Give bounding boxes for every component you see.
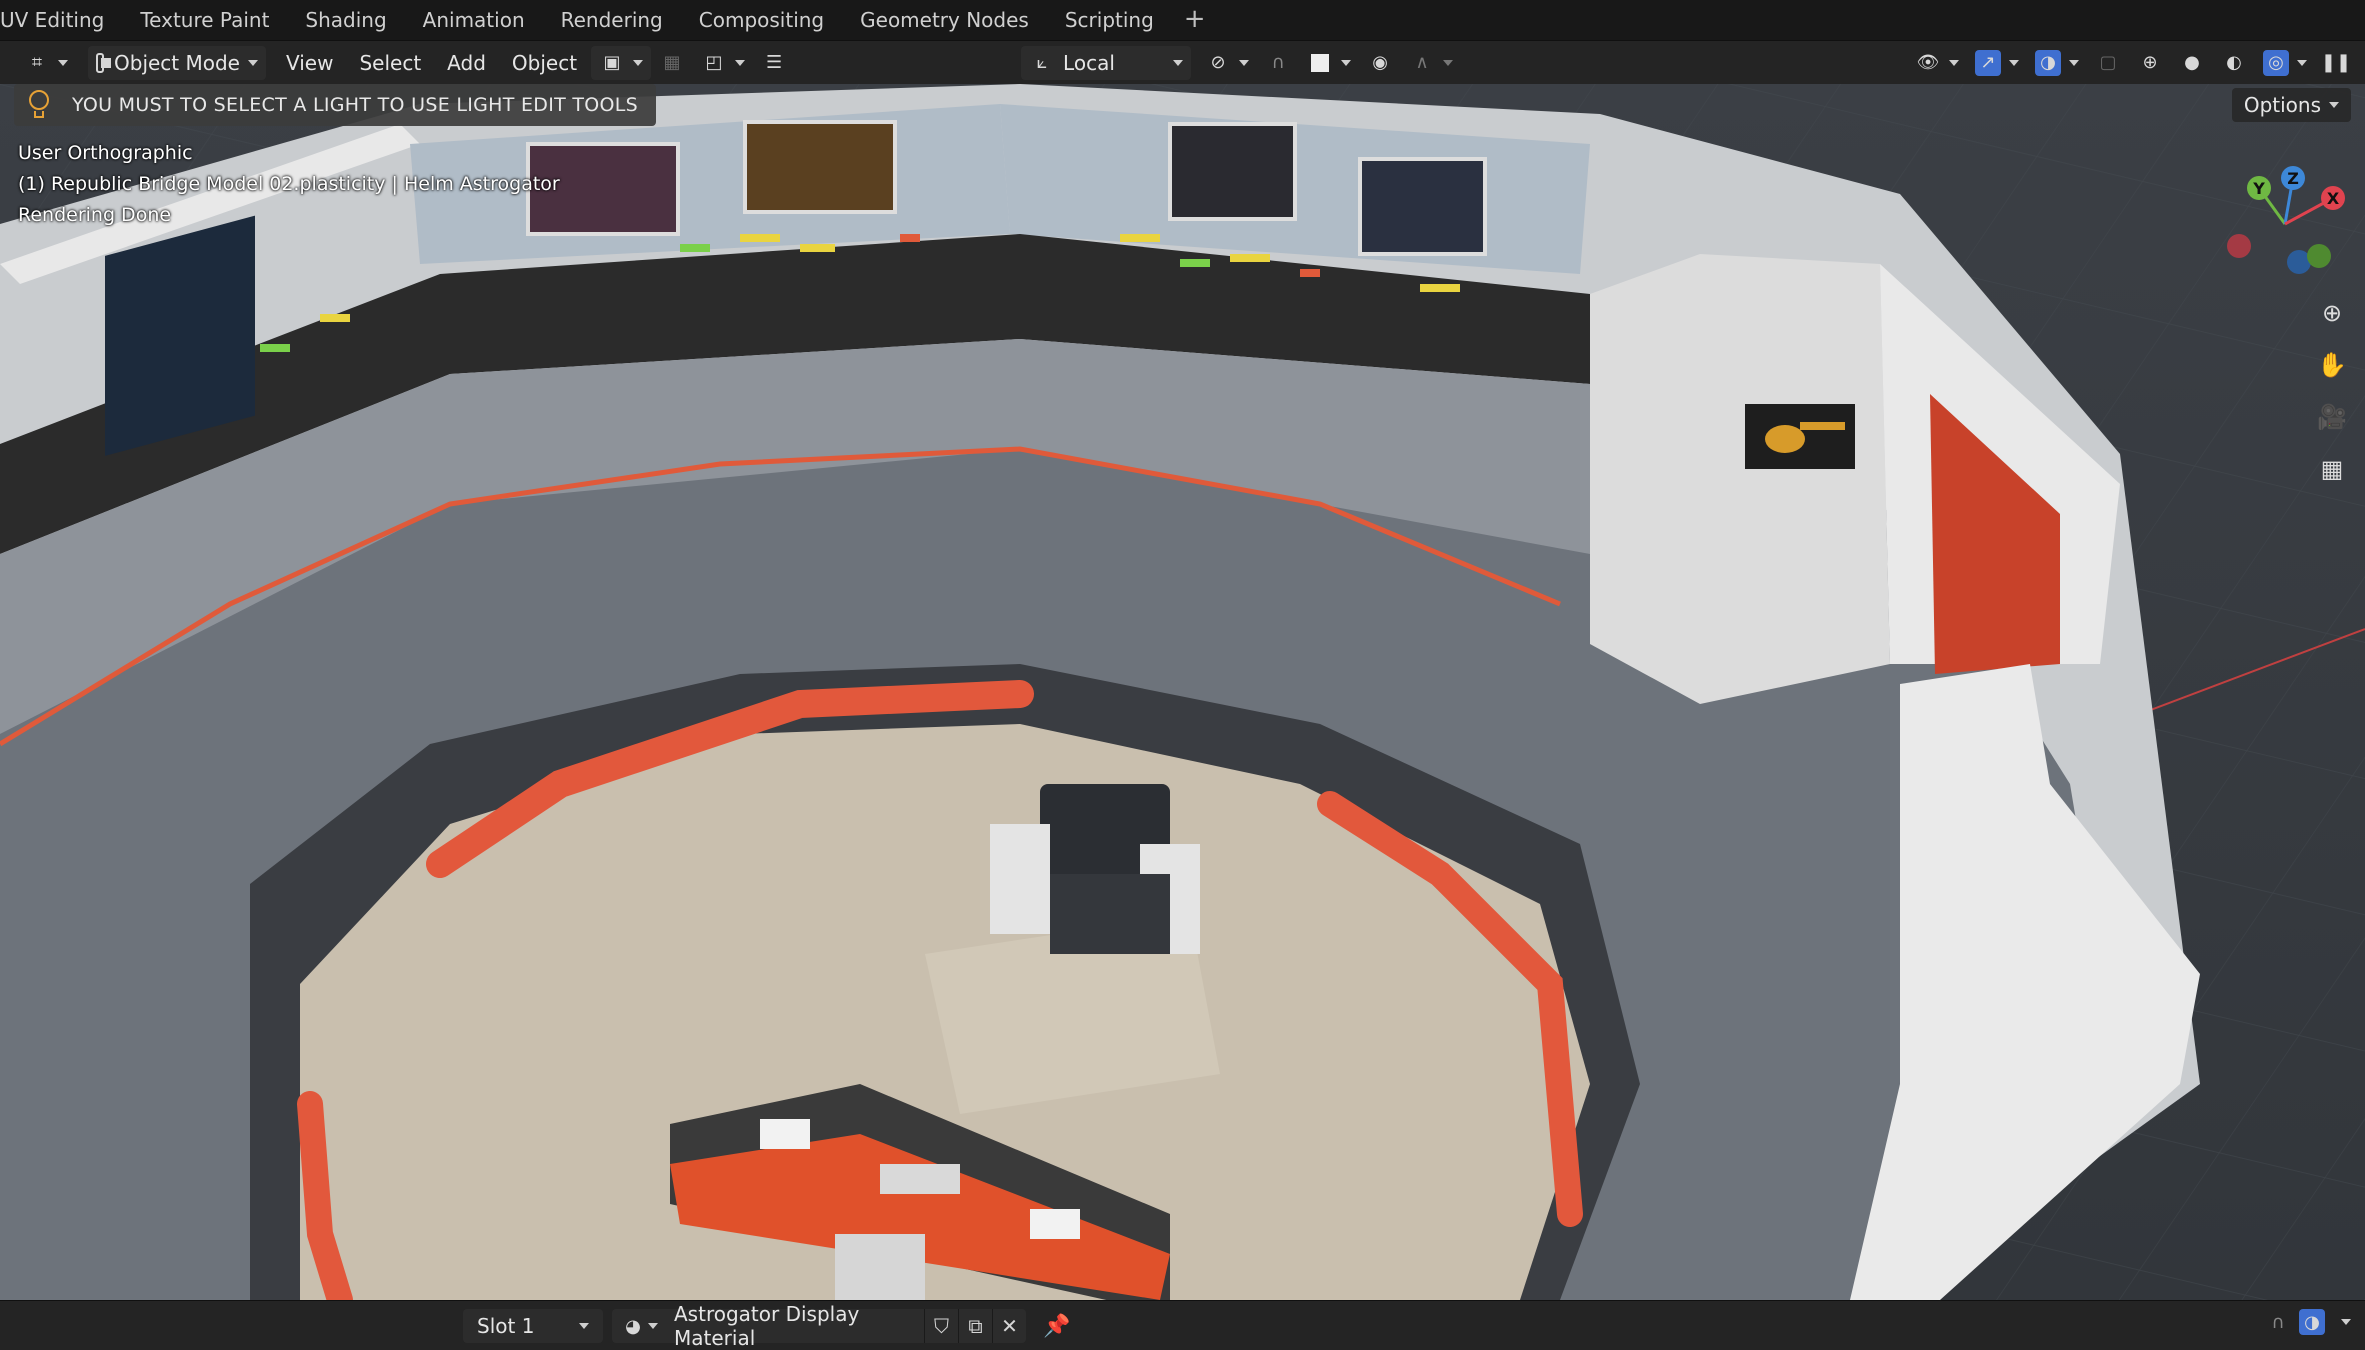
gpencil-icon: ▣	[603, 52, 621, 73]
rendered-shading[interactable]: ◎	[2255, 46, 2315, 80]
bottom-right-tools: ∩ ◑	[2265, 1309, 2351, 1335]
material-bar: Slot 1 ◕ Astrogator Display Material ⛉ ⧉…	[0, 1300, 2365, 1350]
falloff-button[interactable]: ∧	[1401, 46, 1461, 80]
ortho-toggle-button[interactable]: ▦	[2311, 448, 2353, 490]
options-label: Options	[2243, 93, 2321, 117]
wireframe-icon: ⊕	[2142, 52, 2158, 73]
neg-x-axis-handle[interactable]	[2227, 234, 2251, 258]
options-dropdown[interactable]: Options	[2231, 88, 2351, 122]
overlay-icon: ◑	[2035, 49, 2061, 76]
xray-icon: ▢	[2099, 52, 2117, 73]
snap-icon-button[interactable]: ▦	[651, 46, 693, 80]
pan-button[interactable]: ✋	[2311, 344, 2353, 386]
z-axis-label: Z	[2287, 169, 2299, 188]
3d-viewport[interactable]: YOU MUST TO SELECT A LIGHT TO USE LIGHT …	[0, 84, 2365, 1300]
material-preview-icon: ◐	[2226, 52, 2242, 73]
material-slot-select[interactable]: Slot 1	[463, 1309, 603, 1343]
menu-icon: ☰	[765, 52, 783, 73]
duplicate-material-button[interactable]: ⧉	[958, 1309, 992, 1343]
wireframe-shading[interactable]: ⊕	[2129, 46, 2171, 80]
orientation-label: Local	[1063, 50, 1115, 75]
zoom-button[interactable]: ⊕	[2311, 292, 2353, 334]
menu-select[interactable]: Select	[351, 46, 429, 80]
fake-user-button[interactable]: ⛉	[924, 1309, 958, 1343]
x-axis-label: X	[2327, 189, 2340, 208]
tab-compositing[interactable]: Compositing	[681, 0, 842, 40]
slot-label: Slot 1	[477, 1314, 535, 1338]
menu-add[interactable]: Add	[439, 46, 494, 80]
active-object-info: (1) Republic Bridge Model 02.plasticity …	[18, 173, 560, 195]
add-workspace-button[interactable]: +	[1172, 0, 1218, 40]
navigation-gizmo[interactable]: Y Z X	[2215, 154, 2355, 294]
y-axis-label: Y	[2252, 179, 2265, 198]
proportional-edit-toggle[interactable]: ◉	[1359, 46, 1401, 80]
curve-icon: ◰	[705, 52, 723, 73]
snap-magnet-icon[interactable]: ∩	[2265, 1309, 2291, 1335]
zoom-icon: ⊕	[2321, 299, 2343, 327]
tab-scripting[interactable]: Scripting	[1047, 0, 1172, 40]
rendered-icon: ◎	[2263, 49, 2289, 76]
hand-icon: ✋	[2317, 351, 2347, 379]
neg-y-axis-handle[interactable]	[2307, 244, 2331, 268]
menu-view[interactable]: View	[278, 46, 341, 80]
mode-select[interactable]: Object Mode	[88, 45, 266, 80]
material-browse-button[interactable]: ◕	[612, 1309, 666, 1343]
tab-geometry-nodes[interactable]: Geometry Nodes	[842, 0, 1047, 40]
pin-icon: 📌	[1043, 1313, 1071, 1339]
overlay-bottom-icon[interactable]: ◑	[2299, 1309, 2325, 1335]
notice-text: YOU MUST TO SELECT A LIGHT TO USE LIGHT …	[72, 94, 639, 116]
editor-type-button[interactable]: ⌗	[16, 46, 76, 80]
tab-uv-editing[interactable]: UV Editing	[0, 0, 122, 40]
falloff-icon: ∧	[1415, 52, 1429, 73]
material-shading[interactable]: ◐	[2213, 46, 2255, 80]
bridge-render	[0, 84, 2365, 1300]
viewport-navigation: ⊕ ✋ 🎥 ▦	[2311, 292, 2353, 490]
mesh-icon: ▦	[663, 52, 681, 73]
render-status: Rendering Done	[18, 204, 172, 226]
xray-toggle[interactable]: ▢	[2087, 46, 2129, 80]
viewport-header: ⌗ Object Mode View Select Add Object ▣ ▦…	[0, 40, 2365, 84]
material-name-field[interactable]: Astrogator Display Material	[660, 1302, 924, 1350]
snap-target-button[interactable]	[1299, 46, 1359, 80]
gizmo-toggle[interactable]: ↗	[1967, 46, 2027, 80]
tab-rendering[interactable]: Rendering	[543, 0, 681, 40]
pause-icon: ❚❚	[2320, 52, 2352, 73]
view-name: User Orthographic	[18, 142, 193, 164]
curve-tool-button[interactable]: ◰	[693, 46, 753, 80]
tab-animation[interactable]: Animation	[405, 0, 543, 40]
shading-mode-button[interactable]: ▣	[591, 45, 652, 80]
workspace-tabs: UV Editing Texture Paint Shading Animati…	[0, 0, 2365, 40]
camera-icon: 🎥	[2317, 403, 2347, 431]
eye-icon: 👁	[1916, 52, 1940, 73]
square-icon	[1307, 50, 1333, 76]
lightbulb-icon	[26, 90, 52, 120]
snap-toggle[interactable]: ∩	[1257, 46, 1299, 80]
object-mode-icon	[96, 52, 111, 73]
tab-shading[interactable]: Shading	[287, 0, 404, 40]
pivot-point-button[interactable]: ⊘	[1197, 46, 1257, 80]
menu-object[interactable]: Object	[504, 46, 585, 80]
pause-render-button[interactable]: ❚❚	[2315, 46, 2357, 80]
grid-icon: ▦	[2320, 455, 2344, 483]
orientation-icon: ⟀	[1036, 52, 1048, 73]
link-icon: ⊘	[1210, 52, 1226, 73]
overlay-toggle[interactable]: ◑	[2027, 46, 2087, 80]
transform-orientation-select[interactable]: ⟀ Local	[1021, 45, 1192, 80]
unlink-material-button[interactable]: ✕	[992, 1309, 1026, 1343]
tab-texture-paint[interactable]: Texture Paint	[122, 0, 287, 40]
mode-label: Object Mode	[114, 50, 240, 75]
solid-shading[interactable]: ●	[2171, 46, 2213, 80]
visibility-button[interactable]: 👁	[1907, 46, 1967, 80]
target-icon: ◉	[1372, 52, 1388, 73]
solid-icon: ●	[2184, 52, 2200, 73]
hamburger-button[interactable]: ☰	[753, 46, 795, 80]
magnet-icon: ∩	[1271, 52, 1285, 73]
material-sphere-icon: ◕	[625, 1315, 641, 1337]
material-actions: ⛉ ⧉ ✕	[924, 1309, 1026, 1343]
editor-type-icon: ⌗	[31, 52, 43, 73]
light-tools-notice: YOU MUST TO SELECT A LIGHT TO USE LIGHT …	[14, 84, 657, 126]
pin-button[interactable]: 📌	[1040, 1309, 1074, 1343]
gizmo-icon: ↗	[1975, 49, 2001, 76]
camera-view-button[interactable]: 🎥	[2311, 396, 2353, 438]
